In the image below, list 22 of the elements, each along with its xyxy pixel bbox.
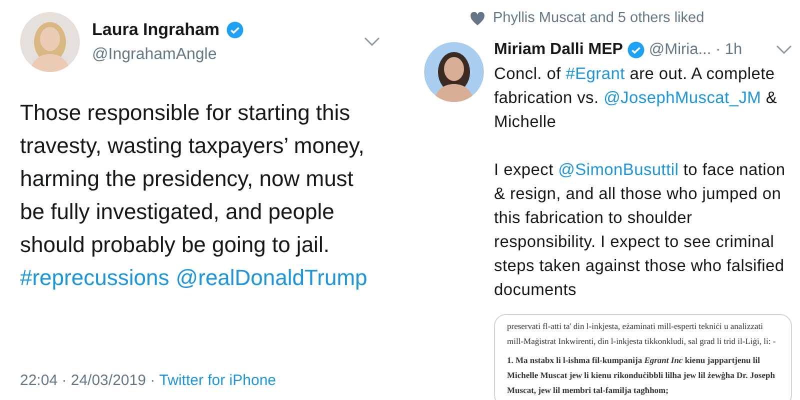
avatar[interactable] xyxy=(424,42,484,102)
tweet-text: Concl. of #Egrant are out. A complete fabrication vs. @JosephMuscat_JM & Michelle xyxy=(494,64,778,133)
user-handle: @IngrahamAngle xyxy=(92,44,218,65)
user-handle: @Miria... · 1h xyxy=(648,40,742,60)
link[interactable]: #Egrant xyxy=(566,64,625,83)
chevron-down-icon[interactable] xyxy=(776,44,792,55)
document-paragraph: preservati fl-atti ta' din l-inkjesta, eżaminati mill-esperti tekniċi u analizzati mill-Maġistrat Inkwirenti, din l-inkjesta tikkonkludi, sal grad li trid il-Liġi, li: - xyxy=(507,320,777,348)
chevron-down-icon[interactable] xyxy=(364,37,380,47)
link[interactable]: @realDonaldTrump xyxy=(176,265,368,290)
display-name[interactable]: Miriam Dalli MEP xyxy=(494,38,623,62)
link[interactable]: #reprecussions xyxy=(20,265,170,290)
tweet-text: I expect @SimonBusuttil to face nation & resign, and all those who jumped on this fabrication to shoulder responsibility. I expect to see criminal steps taken against those who falsified documents xyxy=(494,160,786,301)
document-image[interactable] xyxy=(494,314,792,400)
source-link[interactable]: Twitter for iPhone xyxy=(159,370,276,392)
document-paragraph: 1. Ma nstabx li l-ishma fil-kumpanija Egrant Inc kienu jappartjenu lil Michelle Muscat jew li kienu rikonduċibbli lilha jew lil żewġha Dr. Joseph Muscat, jew lil membri tal-familja tagħhom; xyxy=(507,354,776,397)
tweet-timestamp: 22:04 · 24/03/2019 · xyxy=(20,370,156,390)
tweet-text: Those responsible for starting this travesty, wasting taxpayers’ money, harming the presidency, now must be fully investigated, and people should probably be going to jail. #reprecussions @realDonaldTrump xyxy=(20,99,368,292)
link[interactable]: @SimonBusuttil xyxy=(558,160,679,179)
display-name[interactable]: Laura Ingraham xyxy=(92,17,220,43)
heart-icon xyxy=(470,12,485,26)
link[interactable]: @JosephMuscat_JM xyxy=(604,88,762,107)
social-context: Phyllis Muscat and 5 others liked xyxy=(493,9,704,28)
